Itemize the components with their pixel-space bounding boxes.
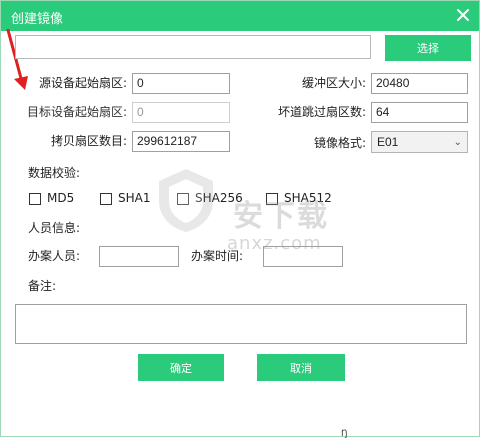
bottom-area [1,386,479,436]
md5-checkbox[interactable] [29,193,41,205]
copy-count-label: 拷贝扇区数目: [50,134,127,148]
path-input[interactable] [15,35,371,59]
close-icon [457,9,469,21]
copy-count-field[interactable]: 299612187 [132,131,230,152]
notes-label: 备注: [28,279,57,293]
ok-button[interactable]: 确定 [138,354,224,381]
footer-fragment: Ŋ [341,429,348,439]
select-button[interactable]: 选择 [385,35,471,61]
dialog-title: 创建镜像 [11,12,64,27]
source-start-label: 源设备起始扇区: [38,76,127,90]
target-start-field: 0 [132,102,230,123]
personnel-section-label: 人员信息: [28,221,81,235]
md5-label: MD5 [47,191,75,205]
cancel-button[interactable]: 取消 [257,354,345,381]
watermark-subtext: anxz.com [227,233,322,254]
skip-bad-field[interactable]: 64 [371,102,468,123]
image-format-label: 镜像格式: [313,136,366,150]
sha256-checkbox[interactable] [177,193,189,205]
buffer-size-label: 缓冲区大小: [301,76,366,90]
sha1-label: SHA1 [118,191,151,205]
target-start-label: 目标设备起始扇区: [26,105,127,119]
officer-label: 办案人员: [28,249,81,263]
image-format-select[interactable]: E01 ⌄ [371,131,468,153]
source-start-field[interactable]: 0 [132,73,230,94]
checksum-label: 数据校验: [28,166,81,180]
image-format-value: E01 [377,135,399,149]
officer-field[interactable] [99,246,179,267]
notes-textarea[interactable] [15,304,467,344]
title-bar: 创建镜像 [1,1,479,31]
chevron-down-icon: ⌄ [453,137,462,148]
skip-bad-label: 坏道跳过扇区数: [277,105,366,119]
create-image-dialog: 创建镜像 选择 源设备起始扇区: 0 目标设备起始扇区: 0 拷贝扇区数目: 2… [0,0,480,439]
sha1-checkbox[interactable] [100,193,112,205]
buffer-size-field[interactable]: 20480 [371,73,468,94]
watermark-text: 安下载 [233,199,329,234]
close-button[interactable] [453,5,473,25]
